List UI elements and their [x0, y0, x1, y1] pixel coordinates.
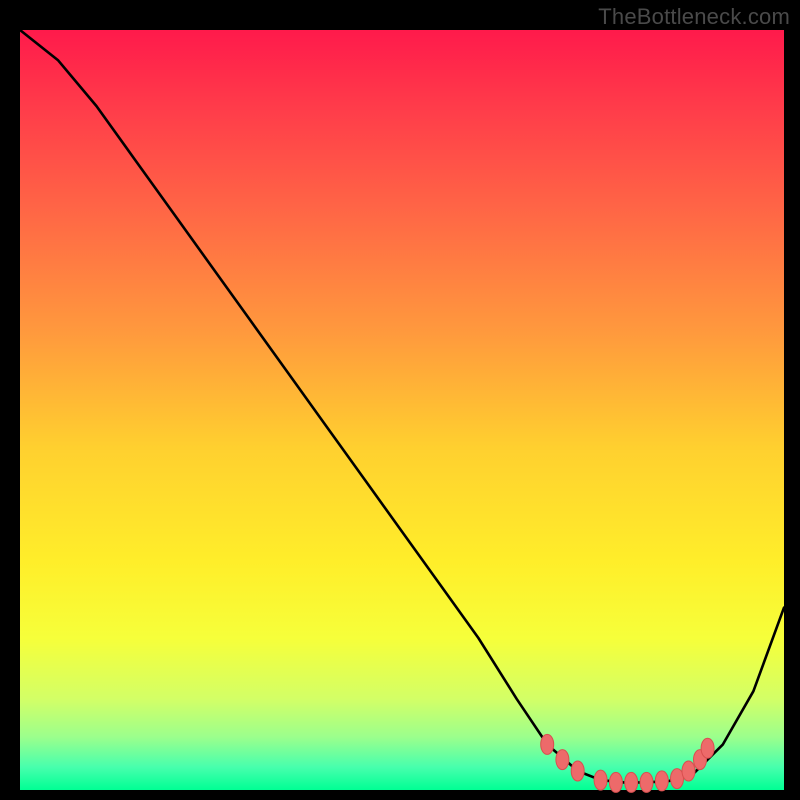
chart-container: TheBottleneck.com [0, 0, 800, 800]
chart-curve-layer [0, 0, 800, 800]
highlight-dot [701, 738, 714, 758]
highlight-dot [594, 770, 607, 790]
highlight-dot [541, 734, 554, 754]
highlight-dot [609, 772, 622, 792]
highlight-dot [640, 772, 653, 792]
highlight-dot [571, 761, 584, 781]
highlight-dot [655, 771, 668, 791]
watermark-label: TheBottleneck.com [598, 4, 790, 30]
highlight-dot [625, 772, 638, 792]
highlight-dot [556, 750, 569, 770]
bottleneck-curve [20, 30, 784, 782]
highlight-dot [682, 761, 695, 781]
